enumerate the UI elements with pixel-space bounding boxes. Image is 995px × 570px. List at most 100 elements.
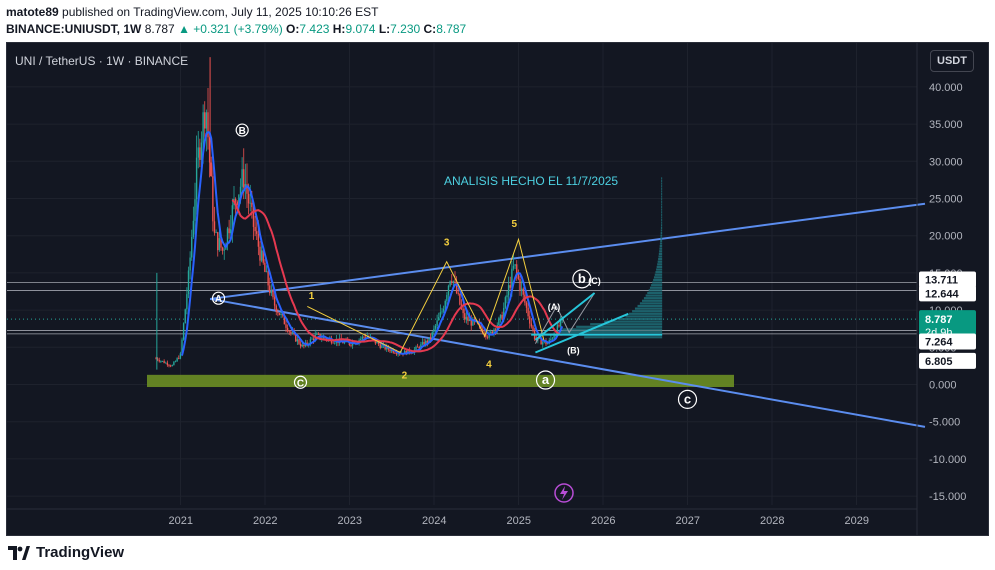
symbol-name: BINANCE:UNIUSDT: [6, 22, 117, 36]
candle-body: [317, 333, 320, 335]
upper-trendline[interactable]: [209, 202, 926, 300]
candle-body: [221, 247, 224, 251]
volume-bar: [661, 224, 663, 227]
candle-body: [199, 147, 201, 160]
volume-bar: [659, 242, 663, 245]
candle-body: [462, 308, 464, 314]
wave-drawings[interactable]: [307, 237, 663, 354]
wave-number: 4: [486, 359, 492, 370]
lower-trendline[interactable]: [209, 297, 926, 428]
candle-body: [166, 362, 169, 366]
wave-label-circled: a: [542, 372, 550, 387]
grid: [7, 43, 917, 505]
candle-body: [275, 305, 277, 313]
interval: 1W: [123, 22, 142, 36]
chart-area[interactable]: A B Ca b c 1 2 3 4 5 (A) (B) (C) 40.000 35.000 30.000 2…: [6, 42, 989, 536]
volume-bar: [618, 317, 663, 321]
volume-bar: [643, 297, 663, 300]
level-badge-text: 7.264: [925, 336, 953, 348]
candle-body: [280, 313, 282, 315]
volume-bar: [562, 328, 663, 331]
volume-bar: [653, 276, 663, 279]
indicators: [181, 130, 564, 356]
candle-body: [394, 352, 396, 354]
candle-body: [251, 202, 253, 208]
volume-bar: [658, 255, 663, 258]
up-arrow-icon: ▲: [178, 22, 190, 36]
candle-body: [213, 221, 216, 233]
candle-body: [467, 316, 469, 322]
price-chart[interactable]: A B C a b c 1 2 3 4 5 (A) (B) (C) 40.000 35.000 30.000 2…: [7, 43, 988, 535]
volume-bar: [632, 310, 663, 313]
candle-body: [204, 112, 206, 129]
wave-label-circled: B: [239, 126, 246, 137]
lightning-icon[interactable]: [554, 483, 574, 503]
candle-body: [433, 328, 435, 333]
volume-bar: [661, 192, 663, 196]
author-name[interactable]: matote89: [6, 5, 59, 19]
candle-body: [270, 290, 273, 294]
open-value: 7.423: [299, 22, 330, 36]
candle-body: [254, 226, 256, 232]
candle-body: [296, 339, 299, 342]
time-axis[interactable]: 2021 2022 2023 2024 2025 2026 2027 2028 2029: [7, 508, 917, 527]
candle-body: [249, 202, 251, 204]
candle-body: [436, 320, 438, 326]
candle-body: [173, 362, 175, 366]
candle-body: [395, 353, 398, 355]
sma-line: [181, 130, 564, 356]
y-tick-label: 25.000: [929, 194, 963, 206]
candle-body: [490, 331, 492, 334]
candle-body: [451, 281, 453, 283]
candle-body: [421, 342, 424, 345]
volume-bar: [659, 245, 663, 248]
candle-body: [446, 295, 448, 301]
y-tick-label: -10.000: [929, 454, 966, 466]
candle-body: [530, 323, 533, 327]
volume-bar: [661, 200, 663, 203]
candle-body: [247, 193, 250, 204]
candle-body: [522, 288, 524, 295]
wave-number: 1: [309, 291, 315, 302]
x-tick-label: 2022: [253, 515, 277, 527]
wave-number: 3: [444, 237, 450, 248]
candle-body: [165, 362, 167, 364]
volume-bar: [661, 182, 663, 185]
volume-bar: [576, 325, 663, 328]
candle-body: [459, 293, 461, 305]
candle-body: [529, 316, 531, 324]
candle-body: [447, 285, 450, 296]
candle-body: [267, 271, 269, 286]
candle-body: [494, 329, 497, 331]
volume-bar: [656, 268, 663, 271]
tradingview-logo[interactable]: TradingView: [8, 544, 124, 561]
volume-bar: [659, 250, 663, 253]
level-badge-text: 12.644: [925, 288, 960, 300]
x-tick-label: 2024: [422, 515, 446, 527]
volume-bar: [661, 195, 663, 198]
candle-body: [257, 233, 260, 247]
candle-body: [215, 232, 217, 233]
y-tick-label: -5.000: [929, 417, 960, 429]
currency-button[interactable]: USDT: [930, 50, 974, 72]
volume-bar: [661, 198, 663, 201]
volume-bar: [661, 190, 663, 193]
candle-body: [379, 344, 381, 348]
candle-body: [429, 337, 432, 340]
candle-body: [542, 342, 544, 345]
open-label: O:: [286, 22, 300, 36]
wave-number: 2: [402, 371, 408, 382]
volume-bar: [634, 307, 663, 310]
candle-body: [434, 325, 437, 329]
candle-body: [360, 338, 362, 340]
footer: TradingView: [0, 536, 995, 570]
volume-bar: [655, 271, 663, 274]
candle-body: [285, 324, 287, 328]
volume-bar: [661, 218, 663, 222]
candle-body: [441, 311, 443, 313]
candle-body: [174, 361, 177, 363]
y-tick-label: -15.000: [929, 491, 966, 503]
volume-bar: [659, 247, 663, 250]
candle-body: [210, 162, 212, 177]
candle-body: [442, 308, 445, 312]
